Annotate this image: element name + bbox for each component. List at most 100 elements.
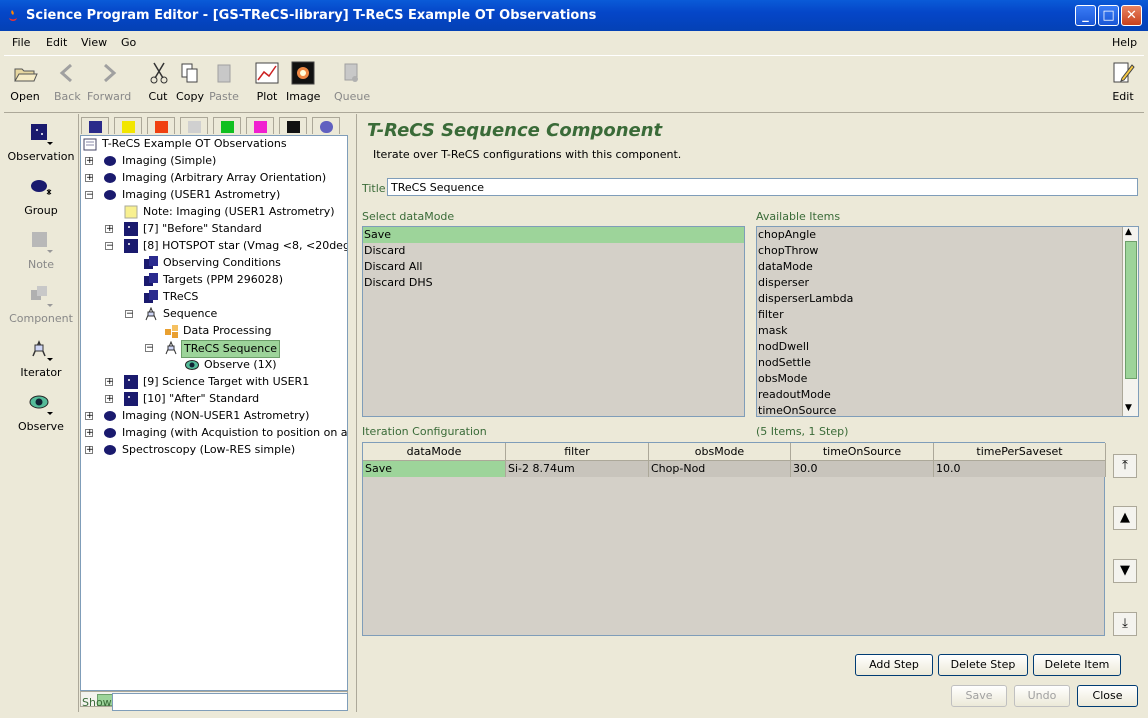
- list-item[interactable]: obsMode: [757, 371, 1138, 387]
- move-to-bottom-button[interactable]: ⤓: [1113, 612, 1137, 636]
- conditions-icon: [144, 256, 158, 269]
- list-item[interactable]: mask: [757, 323, 1138, 339]
- tab-magenta[interactable]: [246, 117, 274, 134]
- list-item[interactable]: timeOnSource: [757, 403, 1138, 416]
- collapse-icon[interactable]: −: [85, 191, 94, 200]
- tab-telescope[interactable]: [312, 117, 340, 134]
- forward-button[interactable]: Forward: [87, 60, 131, 103]
- expand-icon[interactable]: +: [85, 174, 94, 183]
- tab-gray[interactable]: [180, 117, 208, 134]
- add-component-button[interactable]: Component: [4, 282, 78, 325]
- add-group-button[interactable]: Group: [4, 174, 78, 217]
- list-item[interactable]: Discard: [363, 243, 744, 259]
- tab-blue[interactable]: [81, 117, 109, 134]
- available-items-scrollbar[interactable]: ▲ ▼: [1122, 227, 1138, 416]
- scroll-down-arrow-icon[interactable]: ▼: [1125, 403, 1132, 413]
- undo-button[interactable]: Undo: [1014, 685, 1070, 707]
- close-window-button[interactable]: ✕: [1121, 5, 1142, 26]
- datamode-list[interactable]: Save Discard Discard All Discard DHS: [362, 226, 745, 417]
- list-item[interactable]: dataMode: [757, 259, 1138, 275]
- list-item[interactable]: chopThrow: [757, 243, 1138, 259]
- minimize-button[interactable]: _: [1075, 5, 1096, 26]
- expand-icon[interactable]: +: [85, 412, 94, 421]
- expand-icon[interactable]: +: [85, 157, 94, 166]
- scroll-thumb[interactable]: [1125, 241, 1137, 379]
- move-up-button[interactable]: ▲: [1113, 506, 1137, 530]
- collapse-icon[interactable]: −: [105, 242, 114, 251]
- collapse-icon[interactable]: −: [125, 310, 134, 319]
- menu-view[interactable]: View: [81, 36, 107, 49]
- menu-file[interactable]: File: [12, 36, 30, 49]
- expand-icon[interactable]: +: [85, 429, 94, 438]
- list-item[interactable]: nodDwell: [757, 339, 1138, 355]
- image-button[interactable]: Image: [286, 60, 320, 103]
- column-header[interactable]: dataMode: [363, 443, 506, 461]
- paste-button[interactable]: Paste: [208, 60, 240, 103]
- open-button[interactable]: Open: [10, 60, 40, 103]
- iteration-table[interactable]: dataMode filter obsMode timeOnSource tim…: [362, 442, 1106, 636]
- close-button[interactable]: Close: [1077, 685, 1138, 707]
- iterator-icon: [145, 307, 157, 321]
- note-icon: [27, 228, 55, 256]
- expand-icon[interactable]: +: [105, 395, 114, 404]
- select-datamode-label: Select dataMode: [362, 210, 455, 223]
- table-cell[interactable]: 10.0: [934, 461, 1106, 477]
- add-observe-button[interactable]: Observe: [4, 390, 78, 433]
- delete-step-button[interactable]: Delete Step: [938, 654, 1028, 676]
- list-item[interactable]: nodSettle: [757, 355, 1138, 371]
- add-iterator-button[interactable]: Iterator: [4, 336, 78, 379]
- scroll-up-arrow-icon[interactable]: ▲: [1125, 227, 1132, 237]
- copy-button[interactable]: Copy: [176, 60, 204, 103]
- available-items-list[interactable]: chopAngle chopThrow dataMode disperser d…: [756, 226, 1139, 417]
- program-tree: T-ReCS Example OT Observations + Imaging…: [80, 135, 348, 691]
- list-item[interactable]: disperser: [757, 275, 1138, 291]
- list-item[interactable]: readoutMode: [757, 387, 1138, 403]
- collapse-icon[interactable]: −: [145, 344, 154, 353]
- expand-icon[interactable]: +: [105, 225, 114, 234]
- show-input[interactable]: [112, 693, 348, 711]
- column-header[interactable]: filter: [506, 443, 649, 461]
- add-observation-button[interactable]: Observation: [4, 120, 78, 163]
- queue-button[interactable]: Queue: [334, 60, 370, 103]
- cut-button[interactable]: Cut: [146, 60, 170, 103]
- column-header[interactable]: obsMode: [649, 443, 791, 461]
- menu-go[interactable]: Go: [121, 36, 136, 49]
- expand-icon[interactable]: +: [85, 446, 94, 455]
- save-button[interactable]: Save: [951, 685, 1007, 707]
- menu-help[interactable]: Help: [1112, 36, 1137, 49]
- back-button[interactable]: Back: [54, 60, 81, 103]
- list-item[interactable]: disperserLambda: [757, 291, 1138, 307]
- table-cell[interactable]: Chop-Nod: [649, 461, 791, 477]
- move-to-bottom-icon: ⤓: [1122, 616, 1128, 631]
- tab-black[interactable]: [279, 117, 307, 134]
- list-item[interactable]: Discard DHS: [363, 275, 744, 291]
- expand-icon[interactable]: +: [105, 378, 114, 387]
- maximize-button[interactable]: □: [1098, 5, 1119, 26]
- delete-item-button[interactable]: Delete Item: [1033, 654, 1121, 676]
- observation-icon: [124, 375, 138, 389]
- column-header[interactable]: timeOnSource: [791, 443, 934, 461]
- add-step-button[interactable]: Add Step: [855, 654, 933, 676]
- menu-edit[interactable]: Edit: [46, 36, 67, 49]
- title-label: Title: [362, 182, 386, 195]
- add-note-button[interactable]: Note: [4, 228, 78, 271]
- move-down-button[interactable]: ▼: [1113, 559, 1137, 583]
- edit-mode-button[interactable]: Edit: [1110, 60, 1136, 103]
- observation-icon: [124, 239, 138, 253]
- program-tree-panel: T-ReCS Example OT Observations + Imaging…: [80, 116, 350, 712]
- tab-green[interactable]: [213, 117, 241, 134]
- plot-button[interactable]: Plot: [254, 60, 280, 103]
- tab-orange[interactable]: [147, 117, 175, 134]
- tab-yellow[interactable]: [114, 117, 142, 134]
- column-header[interactable]: timePerSaveset: [934, 443, 1106, 461]
- table-cell[interactable]: 30.0: [791, 461, 934, 477]
- queue-icon: [338, 60, 364, 86]
- table-cell[interactable]: Save: [363, 461, 506, 477]
- move-to-top-button[interactable]: ⤒: [1113, 454, 1137, 478]
- list-item[interactable]: chopAngle: [757, 227, 1138, 243]
- table-cell[interactable]: Si-2 8.74um: [506, 461, 649, 477]
- list-item[interactable]: filter: [757, 307, 1138, 323]
- list-item[interactable]: Discard All: [363, 259, 744, 275]
- title-input[interactable]: TReCS Sequence: [387, 178, 1138, 196]
- list-item[interactable]: Save: [363, 227, 744, 243]
